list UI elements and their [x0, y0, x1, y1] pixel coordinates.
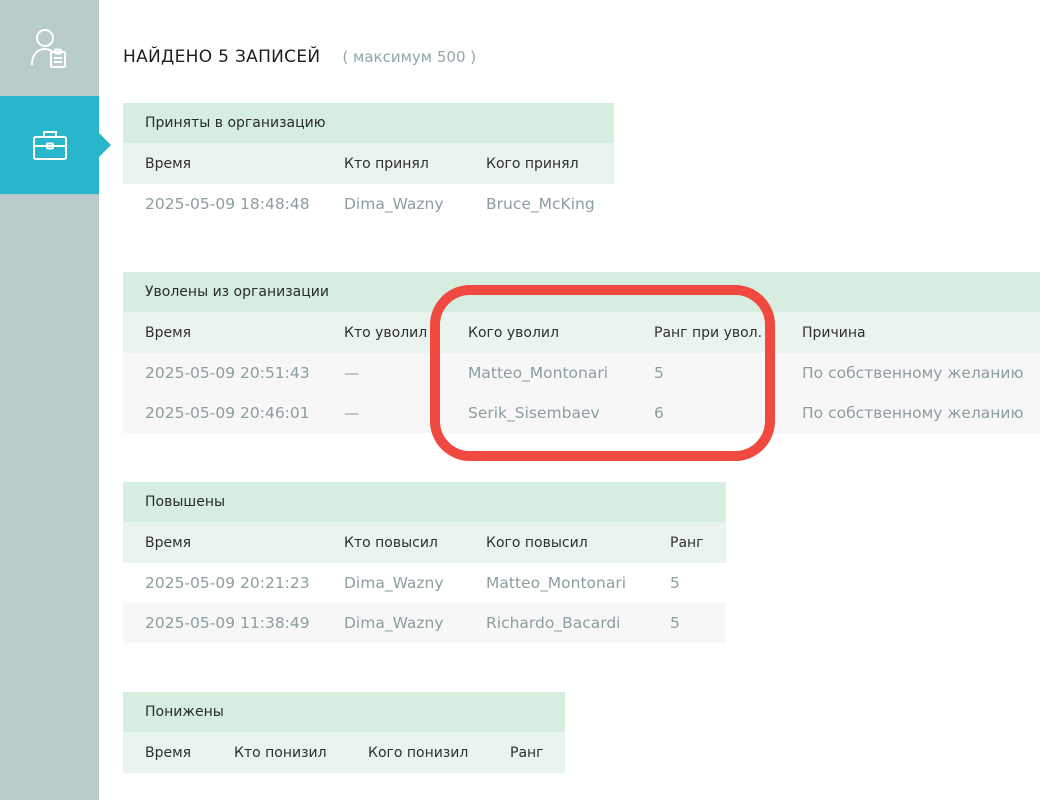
table-row: 2025-05-09 20:46:01 — Serik_Sisembaev 6 … — [123, 393, 1041, 433]
column-header: Время — [123, 312, 322, 353]
fired-table: Уволены из организации Время Кто уволил … — [123, 272, 1041, 433]
table-row: 2025-05-09 18:48:48 Dima_Wazny Bruce_McK… — [123, 184, 615, 224]
cell-reason: По собственному желанию — [780, 393, 1041, 433]
cell-target: Matteo_Montonari — [464, 563, 648, 603]
cell-rank: 5 — [648, 603, 727, 643]
hired-table: Приняты в организацию Время Кто принял К… — [123, 103, 615, 224]
cell-actor: — — [322, 353, 446, 393]
cell-actor: Dima_Wazny — [322, 184, 464, 224]
column-header: Кого принял — [464, 143, 615, 184]
cell-time: 2025-05-09 18:48:48 — [123, 184, 322, 224]
cell-time: 2025-05-09 11:38:49 — [123, 603, 322, 643]
table-header-row: Время Кто уволил Кого уволил Ранг при ув… — [123, 312, 1041, 353]
sidebar — [0, 0, 111, 800]
cell-target: Matteo_Montonari — [446, 353, 632, 393]
briefcase-icon — [32, 129, 68, 161]
column-header: Ранг — [648, 522, 727, 563]
cell-time: 2025-05-09 20:46:01 — [123, 393, 322, 433]
cell-actor: Dima_Wazny — [322, 563, 464, 603]
cell-rank: 6 — [632, 393, 780, 433]
user-clipboard-icon — [30, 27, 70, 69]
column-header: Кто уволил — [322, 312, 446, 353]
cell-actor: — — [322, 393, 446, 433]
table-header-row: Время Кто понизил Кого понизил Ранг — [123, 732, 566, 773]
table-row: 2025-05-09 11:38:49 Dima_Wazny Richardo_… — [123, 603, 727, 643]
column-header: Время — [123, 732, 212, 773]
column-header: Ранг при увол. — [632, 312, 780, 353]
table-row: 2025-05-09 20:51:43 — Matteo_Montonari 5… — [123, 353, 1041, 393]
column-header: Кого повысил — [464, 522, 648, 563]
table-header-row: Время Кто принял Кого принял — [123, 143, 615, 184]
cell-reason: По собственному желанию — [780, 353, 1041, 393]
table-caption: Понижены — [123, 692, 566, 732]
cell-target: Serik_Sisembaev — [446, 393, 632, 433]
max-records-note: ( максимум 500 ) — [342, 48, 477, 66]
table-caption: Уволены из организации — [123, 272, 1041, 312]
cell-target: Bruce_McKing — [464, 184, 615, 224]
column-header: Кто понизил — [212, 732, 346, 773]
cell-time: 2025-05-09 20:21:23 — [123, 563, 322, 603]
table-header-row: Время Кто повысил Кого повысил Ранг — [123, 522, 727, 563]
column-header: Причина — [780, 312, 1041, 353]
cell-time: 2025-05-09 20:51:43 — [123, 353, 322, 393]
promoted-table: Повышены Время Кто повысил Кого повысил … — [123, 482, 727, 643]
column-header: Кто повысил — [322, 522, 464, 563]
cell-rank: 5 — [632, 353, 780, 393]
sidebar-item-profile[interactable] — [0, 0, 99, 95]
column-header: Ранг — [488, 732, 566, 773]
column-header: Время — [123, 143, 322, 184]
column-header: Кого уволил — [446, 312, 632, 353]
records-header: НАЙДЕНО 5 ЗАПИСЕЙ ( максимум 500 ) — [123, 47, 476, 67]
table-row: 2025-05-09 20:21:23 Dima_Wazny Matteo_Mo… — [123, 563, 727, 603]
cell-actor: Dima_Wazny — [322, 603, 464, 643]
column-header: Время — [123, 522, 322, 563]
column-header: Кого понизил — [346, 732, 488, 773]
table-caption: Повышены — [123, 482, 727, 522]
page-title: НАЙДЕНО 5 ЗАПИСЕЙ — [123, 47, 321, 67]
sidebar-item-organization[interactable] — [0, 96, 111, 194]
demoted-table: Понижены Время Кто понизил Кого понизил … — [123, 692, 566, 773]
cell-target: Richardo_Bacardi — [464, 603, 648, 643]
cell-rank: 5 — [648, 563, 727, 603]
column-header: Кто принял — [322, 143, 464, 184]
table-caption: Приняты в организацию — [123, 103, 615, 143]
